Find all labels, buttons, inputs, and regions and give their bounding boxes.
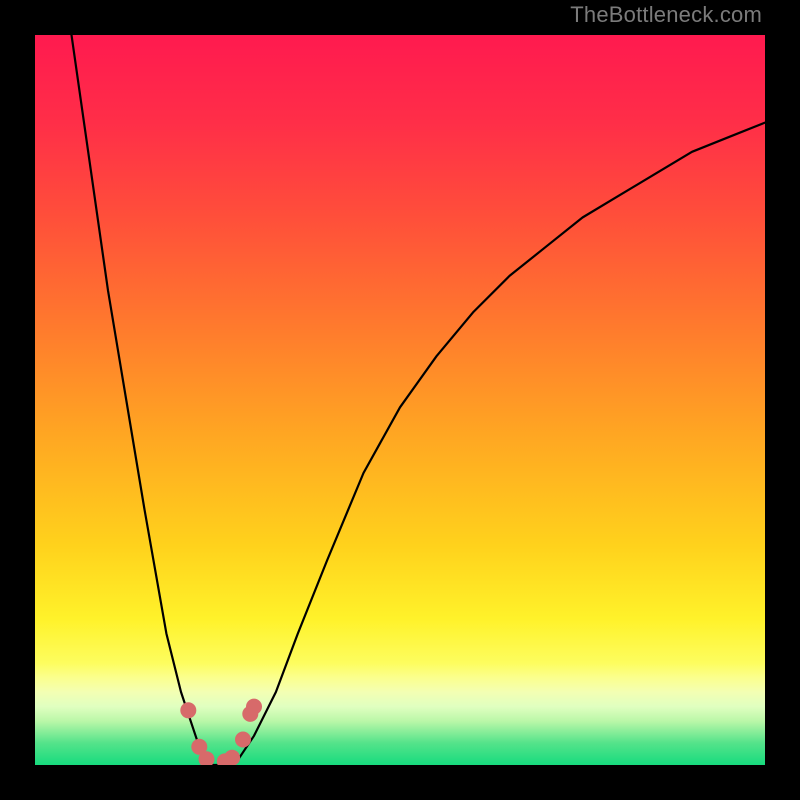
data-marker xyxy=(246,699,262,715)
watermark-text: TheBottleneck.com xyxy=(570,2,762,28)
plot-area xyxy=(35,35,765,765)
data-marker xyxy=(235,732,251,748)
bottleneck-curve xyxy=(72,35,766,765)
data-markers xyxy=(180,699,262,765)
data-marker xyxy=(224,750,240,765)
data-marker xyxy=(180,702,196,718)
chart-svg xyxy=(35,35,765,765)
outer-frame: TheBottleneck.com xyxy=(0,0,800,800)
